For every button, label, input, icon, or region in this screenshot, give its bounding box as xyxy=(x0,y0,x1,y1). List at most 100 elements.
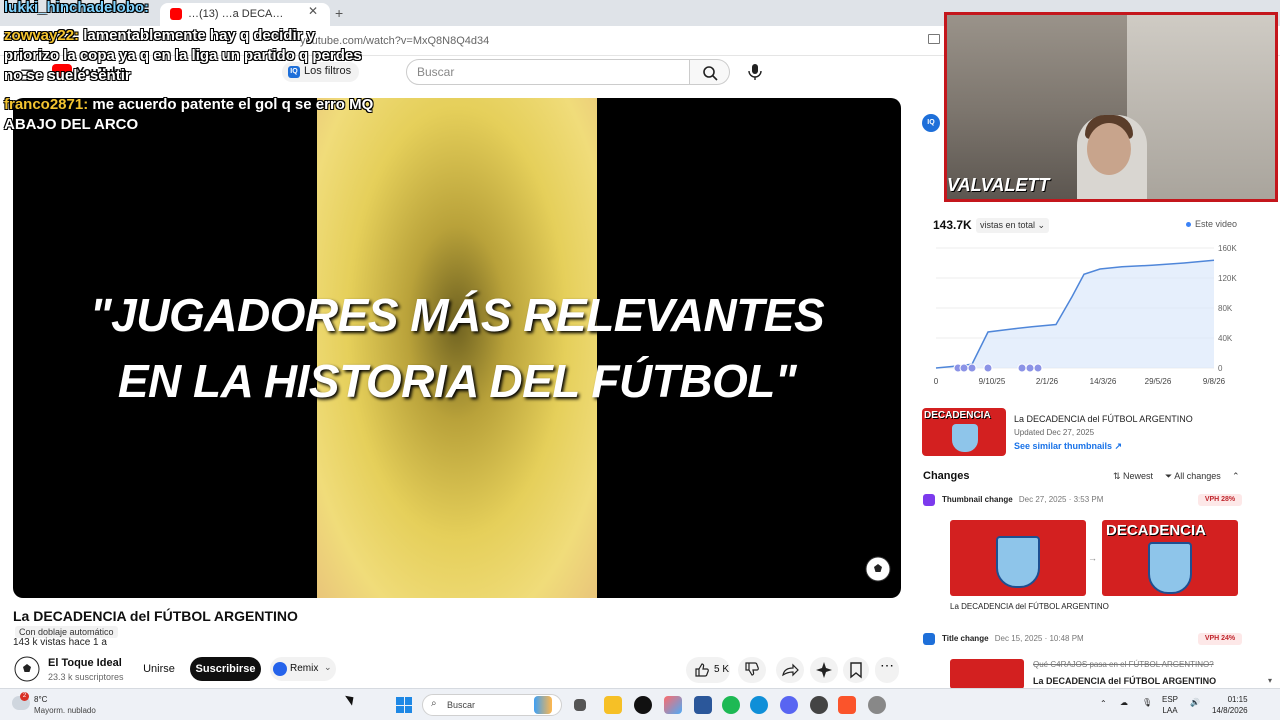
file-explorer-icon[interactable] xyxy=(604,696,622,714)
old-title: Qué C4RAJOS pasa en el FÚTBOL ARGENTINO? xyxy=(1033,660,1214,669)
volume-icon[interactable]: 🔊 xyxy=(1190,698,1200,707)
sort-label: Newest xyxy=(1123,471,1154,481)
more-options-button[interactable]: ⋯ xyxy=(875,657,899,683)
similar-updated: Updated Dec 27, 2025 xyxy=(1014,428,1095,437)
see-similar-link[interactable]: See similar thumbnails ↗ xyxy=(1014,441,1122,452)
legend-dot xyxy=(1186,222,1191,227)
subscribe-button[interactable]: Suscribirse xyxy=(190,657,261,681)
like-count: 5 K xyxy=(714,664,730,675)
scroll-down-icon[interactable]: ▾ xyxy=(1268,676,1272,685)
microphone-icon xyxy=(748,64,762,80)
search-button[interactable] xyxy=(690,59,730,85)
ask-ai-button[interactable] xyxy=(810,657,838,683)
edge-icon[interactable] xyxy=(750,696,768,714)
chevron-up-icon[interactable]: ⌃ xyxy=(1232,471,1240,482)
sparkle-icon xyxy=(816,662,832,678)
channel-name[interactable]: El Toque Ideal xyxy=(48,657,122,669)
app-icon[interactable] xyxy=(810,696,828,714)
chat-username: franco2871: xyxy=(4,96,89,113)
afa-shield-icon xyxy=(996,536,1040,588)
change-type: Thumbnail change xyxy=(942,495,1013,504)
remix-icon xyxy=(273,662,287,676)
soccer-ball-watermark-icon xyxy=(865,556,891,582)
thumbnail-change-icon xyxy=(923,494,935,506)
vph-badge: VPH 24% xyxy=(1198,633,1242,645)
changes-heading: Changes xyxy=(923,470,970,482)
chart-y-tick-label: 40K xyxy=(1218,334,1233,343)
widgets-app-icon[interactable] xyxy=(534,696,552,714)
extension-icon[interactable] xyxy=(928,34,940,44)
similar-title[interactable]: La DECADENCIA del FÚTBOL ARGENTINO xyxy=(1014,414,1193,424)
old-thumbnail[interactable] xyxy=(950,520,1086,596)
all-changes-filter[interactable]: ⏷ All changes xyxy=(1165,471,1221,482)
chart-x-tick-label: 14/3/26 xyxy=(1090,377,1117,386)
change-type: Title change xyxy=(942,634,989,643)
video-player[interactable]: "JUGADORES MÁS RELEVANTES EN LA HISTORIA… xyxy=(13,98,901,598)
weather-description[interactable]: Mayorm. nublado xyxy=(34,706,96,715)
language-indicator[interactable]: ESP LAA xyxy=(1162,694,1178,716)
search-icon xyxy=(703,66,718,81)
thumbnail-text: DECADENCIA xyxy=(1106,522,1207,539)
remix-label: Remix xyxy=(290,663,319,674)
search-input[interactable]: Buscar xyxy=(406,59,690,85)
video-title: La DECADENCIA del FÚTBOL ARGENTINO xyxy=(13,608,298,624)
change-title: Title change Dec 15, 2025 · 10:48 PM xyxy=(942,634,1084,643)
thumbs-down-icon xyxy=(745,662,759,676)
thumbs-up-icon xyxy=(695,663,709,677)
discord-icon[interactable] xyxy=(780,696,798,714)
microphone-icon[interactable]: 🎙 xyxy=(1142,698,1152,707)
vph-badge: VPH 28% xyxy=(1198,494,1242,506)
like-button[interactable]: 5 K xyxy=(686,657,730,683)
new-thumbnail[interactable]: DECADENCIA xyxy=(1102,520,1238,596)
chat-message: zowvay22: lamentablemente hay q decidir … xyxy=(4,26,374,86)
task-view-icon[interactable] xyxy=(574,699,586,711)
weather-temperature[interactable]: 8°C xyxy=(34,695,47,704)
chat-username: lukki_hinchadelobo: xyxy=(4,0,150,16)
more-dots-icon: ⋯ xyxy=(880,657,894,673)
chart-event-marker xyxy=(1017,363,1027,373)
title-change-thumbnail[interactable] xyxy=(950,659,1024,689)
webcam-person-face xyxy=(1087,123,1131,175)
brave-icon[interactable] xyxy=(838,696,856,714)
app-icon[interactable] xyxy=(868,696,886,714)
chevron-up-icon[interactable]: ⌃ xyxy=(1100,699,1107,708)
chart-event-marker xyxy=(1025,363,1035,373)
app-icon[interactable] xyxy=(634,696,652,714)
share-button[interactable] xyxy=(776,657,804,683)
similar-thumbnail[interactable]: DECADENCIA xyxy=(922,408,1006,456)
spotify-icon[interactable] xyxy=(722,696,740,714)
youtube-favicon-icon xyxy=(170,8,182,20)
join-button[interactable]: Unirse xyxy=(138,657,180,681)
dislike-button[interactable] xyxy=(738,657,766,683)
taskbar-search-label: Buscar xyxy=(447,700,476,710)
sort-newest-button[interactable]: ⇅ Newest xyxy=(1113,471,1153,482)
webcam-shelf xyxy=(1127,15,1275,199)
network-icon[interactable]: ☁ xyxy=(1120,698,1128,707)
search-icon: ⌕ xyxy=(431,698,437,709)
afa-shield-icon xyxy=(1148,542,1192,594)
chevron-down-icon[interactable]: ⌄ xyxy=(324,662,332,673)
views-dropdown[interactable]: vistas en total ⌄ xyxy=(976,218,1050,233)
windows-start-button[interactable] xyxy=(396,697,412,713)
new-tab-icon[interactable]: + xyxy=(335,5,343,21)
views-chart: 0 40K 80K 120K 160K 0 9/10/25 2/1/26 14/3/26 29/5… xyxy=(934,244,1238,386)
chart-event-marker xyxy=(959,363,969,373)
voice-search-button[interactable] xyxy=(741,59,769,85)
vidiq-badge-icon[interactable]: IQ xyxy=(922,114,940,132)
chat-message: franco2871: me acuerdo patente el gol q … xyxy=(4,95,374,135)
browser-tab[interactable]: …(13) …a DECA… xyxy=(160,3,330,26)
chart-event-marker xyxy=(983,363,993,373)
clock[interactable]: 01:15 14/8/2026 xyxy=(1212,694,1248,716)
chart-x-tick-label: 2/1/26 xyxy=(1036,377,1059,386)
channel-avatar[interactable] xyxy=(14,656,40,682)
store-icon[interactable] xyxy=(694,696,712,714)
notification-badge: 2 xyxy=(20,692,29,701)
save-button[interactable] xyxy=(843,657,869,683)
tab-title: …(13) …a DECA… xyxy=(188,8,284,20)
close-tab-icon[interactable]: ✕ xyxy=(308,4,318,18)
change-caption: La DECADENCIA del FÚTBOL ARGENTINO xyxy=(950,602,1109,611)
chart-y-tick-label: 160K xyxy=(1218,244,1237,253)
chart-x-tick-label: 9/10/25 xyxy=(979,377,1006,386)
photos-icon[interactable] xyxy=(664,696,682,714)
afa-shield-icon xyxy=(952,424,978,452)
